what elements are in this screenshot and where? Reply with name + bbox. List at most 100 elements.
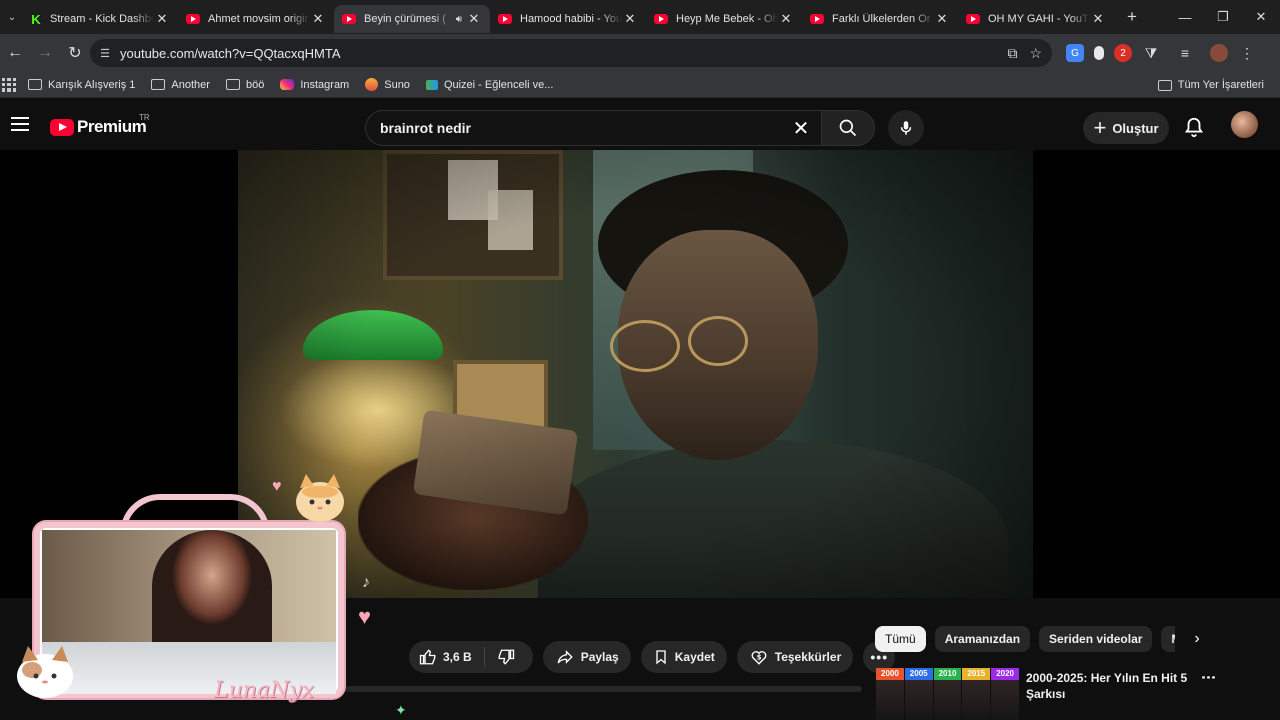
like-button[interactable]: 3,6 B <box>409 647 485 667</box>
browser-tab[interactable]: Hamood habibi - YouTube ✕ <box>490 5 646 33</box>
browser-tab-active[interactable]: Beyin çürümesi ( 🔊︎ ✕ <box>334 5 490 33</box>
extension-badge-icon[interactable]: 2 <box>1114 44 1132 62</box>
folder-icon <box>151 79 166 90</box>
url-text[interactable]: youtube.com/watch?v=QQtacxqHMTA <box>120 46 1007 61</box>
youtube-icon <box>186 14 200 24</box>
bookmark-folder[interactable]: Another <box>151 79 210 91</box>
tab-title: Beyin çürümesi ( <box>364 13 446 25</box>
browser-tab[interactable]: OH MY GAHI - YouTube ✕ <box>958 5 1114 33</box>
bookmark-label: Another <box>171 78 210 91</box>
description-edge <box>340 686 862 692</box>
share-label: Paylaş <box>580 650 619 664</box>
voice-search-button[interactable] <box>888 110 924 146</box>
restore-icon[interactable]: ❐ <box>1204 9 1242 25</box>
save-button[interactable]: Kaydet <box>640 641 727 673</box>
super-thanks-heart-icon: $ <box>751 651 767 665</box>
tab-close-icon[interactable]: ✕ <box>466 11 482 27</box>
chip-series-videos[interactable]: Seriden videolar <box>1039 626 1153 652</box>
all-bookmarks-folder[interactable]: Tüm Yer İşaretleri <box>1157 72 1264 98</box>
speaker-icon[interactable]: 🔊︎ <box>456 14 462 25</box>
youtube-logo-icon <box>50 118 74 136</box>
install-app-icon[interactable]: ⧉ <box>1007 45 1017 62</box>
recommended-video-title[interactable]: 2000-2025: Her Yılın En Hit 5 Şarkısı <box>1026 670 1198 702</box>
more-options-icon[interactable]: ⋮ <box>1200 670 1217 685</box>
extensions-puzzle-icon[interactable]: ⧩ <box>1142 44 1160 62</box>
translate-extension-icon[interactable]: G <box>1066 44 1084 62</box>
bookmark-folder[interactable]: Karışık Alışveriş 1 <box>28 79 135 91</box>
plus-icon: + <box>1093 115 1107 140</box>
tab-close-icon[interactable]: ✕ <box>778 11 794 27</box>
create-button[interactable]: + Oluştur <box>1083 112 1169 144</box>
chip-all[interactable]: Tümü <box>875 626 926 652</box>
tab-close-icon[interactable]: ✕ <box>154 11 170 27</box>
forward-arrow-icon[interactable]: → <box>30 44 60 62</box>
tab-close-icon[interactable]: ✕ <box>622 11 638 27</box>
address-bar[interactable]: ☰ youtube.com/watch?v=QQtacxqHMTA ⧉ ☆ <box>90 39 1052 67</box>
create-label: Oluştur <box>1112 120 1159 136</box>
browser-menu-icon[interactable]: ⋮ <box>1238 44 1256 62</box>
apps-grid-icon[interactable] <box>2 77 16 92</box>
bookmark-quizei[interactable]: Quizei - Eğlenceli ve... <box>425 78 554 91</box>
recommended-video[interactable]: 2000 2005 2010 2015 2020 2000-2025: Her Yılı… <box>876 668 1221 720</box>
bookmark-folder[interactable]: böö <box>225 78 265 91</box>
browser-tab[interactable]: Ahmet movsim original ✕ <box>178 5 334 33</box>
search-input[interactable] <box>380 120 781 136</box>
chip-more[interactable]: Mi <box>1161 626 1175 652</box>
music-note-icon: ♪ <box>362 574 370 591</box>
browser-tab[interactable]: K Stream - Kick Dashboard ✕ <box>22 5 178 33</box>
thumbnail-segment: 2020 <box>991 668 1020 720</box>
youtube-icon <box>810 14 824 24</box>
video-thumbnail[interactable]: 2000 2005 2010 2015 2020 <box>876 668 1020 720</box>
youtube-icon <box>654 14 668 24</box>
new-tab-plus-icon[interactable]: + <box>1120 7 1144 27</box>
notifications-bell-icon[interactable] <box>1183 115 1205 139</box>
microphone-icon <box>900 121 912 135</box>
instagram-icon <box>280 79 295 90</box>
bookmark-label: Karışık Alışveriş 1 <box>48 78 136 91</box>
bookmark-label: böö <box>245 78 265 91</box>
reload-icon[interactable]: ↻ <box>60 43 90 63</box>
tab-close-icon[interactable]: ✕ <box>934 11 950 27</box>
heart-icon: ♥ <box>358 604 372 629</box>
account-avatar[interactable] <box>1231 111 1258 138</box>
browser-tab-strip: ⌄ K Stream - Kick Dashboard ✕ Ahmet movs… <box>0 0 1280 34</box>
chip-from-search[interactable]: Aramanızdan <box>934 626 1031 652</box>
extension-icon[interactable] <box>1094 46 1104 60</box>
tab-close-icon[interactable]: ✕ <box>1090 11 1106 27</box>
thumbs-down-icon <box>498 649 514 665</box>
site-settings-icon[interactable]: ☰ <box>90 47 120 60</box>
menu-hamburger-icon[interactable] <box>11 117 29 131</box>
thumbnail-year-label: 2005 <box>904 668 933 680</box>
thanks-label: Teşekkürler <box>774 650 842 664</box>
youtube-premium-logo[interactable]: Premium <box>50 117 147 137</box>
browser-tab[interactable]: Farklı Ülkelerden Or ✕ <box>802 5 958 33</box>
save-label: Kaydet <box>674 650 715 664</box>
bookmark-instagram[interactable]: Instagram <box>280 79 349 91</box>
browser-tab[interactable]: Heyp Me Bebek - Oh ✕ <box>646 5 802 33</box>
media-controls-icon[interactable]: ≡ <box>1170 44 1200 62</box>
suno-icon <box>365 78 379 91</box>
search-button[interactable] <box>821 110 875 146</box>
close-window-icon[interactable]: ✕ <box>1242 9 1280 25</box>
tab-close-icon[interactable]: ✕ <box>310 11 326 27</box>
bookmark-icon <box>656 650 666 665</box>
thumbnail-year-label: 2010 <box>933 668 962 680</box>
thanks-button[interactable]: $ Teşekkürler <box>736 641 854 673</box>
sparkle-icon: ✦ <box>395 702 407 718</box>
clear-search-icon[interactable]: ✕ <box>781 116 821 141</box>
profile-avatar-icon[interactable] <box>1210 44 1228 62</box>
back-arrow-icon[interactable]: ← <box>0 44 30 62</box>
search-box: ✕ <box>365 110 821 146</box>
tab-title: Stream - Kick Dashboard <box>50 13 154 25</box>
streamer-signature: LunaNyx <box>214 678 315 703</box>
chevron-right-icon[interactable]: › <box>1186 626 1208 652</box>
tab-title: Farklı Ülkelerden Or <box>832 13 931 25</box>
bookmark-suno[interactable]: Suno <box>365 78 410 91</box>
tab-search-chevron-icon[interactable]: ⌄ <box>2 4 22 30</box>
bookmark-label: Quizei - Eğlenceli ve... <box>443 78 554 91</box>
minimize-icon[interactable]: — <box>1166 10 1204 25</box>
dislike-button[interactable] <box>485 648 533 666</box>
share-button[interactable]: Paylaş <box>542 641 631 673</box>
bookmark-star-icon[interactable]: ☆ <box>1029 45 1042 62</box>
quizei-icon <box>425 79 438 90</box>
